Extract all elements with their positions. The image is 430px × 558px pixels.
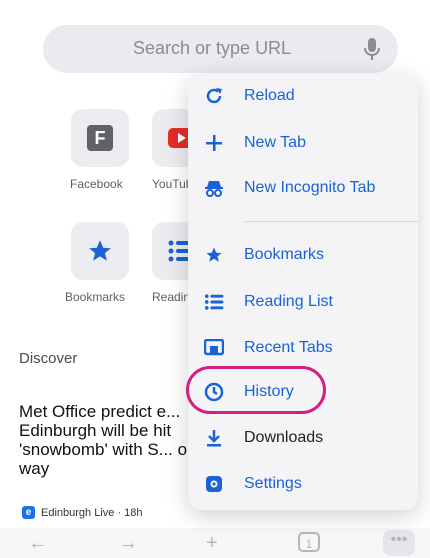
shortcut-label: Facebook [70, 177, 123, 191]
incognito-icon [202, 176, 226, 200]
shortcut-facebook[interactable]: F Facebook [70, 109, 129, 191]
forward-icon[interactable]: → [118, 532, 138, 555]
recent-tabs-icon [202, 336, 226, 360]
article-source: e Edinburgh Live · 18h [22, 506, 143, 519]
shortcut-bookmarks[interactable]: Bookmarks [65, 222, 129, 304]
new-tab-plus-icon[interactable]: + [206, 532, 218, 555]
search-placeholder: Search or type URL [133, 38, 292, 58]
menu-item-reading-list[interactable]: Reading List [188, 284, 418, 320]
history-highlight-ring [186, 366, 326, 414]
gear-icon [202, 472, 226, 496]
bookmarks-tile [71, 222, 129, 280]
overflow-menu: Reload New Tab New Incognito Tab Bookmar… [188, 74, 418, 510]
star-icon [202, 243, 226, 267]
menu-more-icon[interactable]: ••• [383, 530, 415, 556]
menu-item-recent-tabs[interactable]: Recent Tabs [188, 330, 418, 366]
menu-item-new-tab[interactable]: New Tab [188, 125, 418, 161]
article-source-text: Edinburgh Live · 18h [41, 506, 143, 519]
shortcut-label: Bookmarks [65, 290, 126, 304]
menu-label: Recent Tabs [244, 339, 333, 356]
menu-label: New Tab [244, 134, 306, 151]
plus-icon [202, 131, 226, 155]
reload-icon [202, 84, 226, 108]
menu-divider [244, 221, 418, 222]
menu-item-settings[interactable]: Settings [188, 466, 418, 502]
discover-title: Discover [19, 350, 78, 367]
download-icon [202, 426, 226, 450]
menu-label: Bookmarks [244, 246, 325, 263]
menu-item-downloads[interactable]: Downloads [188, 420, 418, 456]
menu-label: Reading List [244, 293, 333, 310]
star-icon [89, 240, 111, 261]
menu-label: Reload [244, 87, 295, 104]
menu-label: New Incognito Tab [244, 179, 376, 196]
menu-item-new-incognito-tab[interactable]: New Incognito Tab [188, 170, 418, 206]
back-icon[interactable]: ← [28, 532, 48, 555]
menu-label: Settings [244, 475, 302, 492]
search-bar[interactable]: Search or type URL [43, 25, 398, 73]
facebook-icon: F [87, 125, 113, 151]
source-logo-icon: e [22, 506, 35, 519]
tab-switcher-button[interactable]: 1 [298, 532, 320, 552]
microphone-icon[interactable] [364, 37, 380, 66]
menu-item-bookmarks[interactable]: Bookmarks [188, 237, 418, 273]
menu-item-reload[interactable]: Reload [188, 78, 418, 114]
menu-label: Downloads [244, 429, 324, 446]
list-icon [202, 290, 226, 314]
bottom-toolbar: ← → + 1 ••• [0, 528, 430, 558]
facebook-tile: F [71, 109, 129, 167]
